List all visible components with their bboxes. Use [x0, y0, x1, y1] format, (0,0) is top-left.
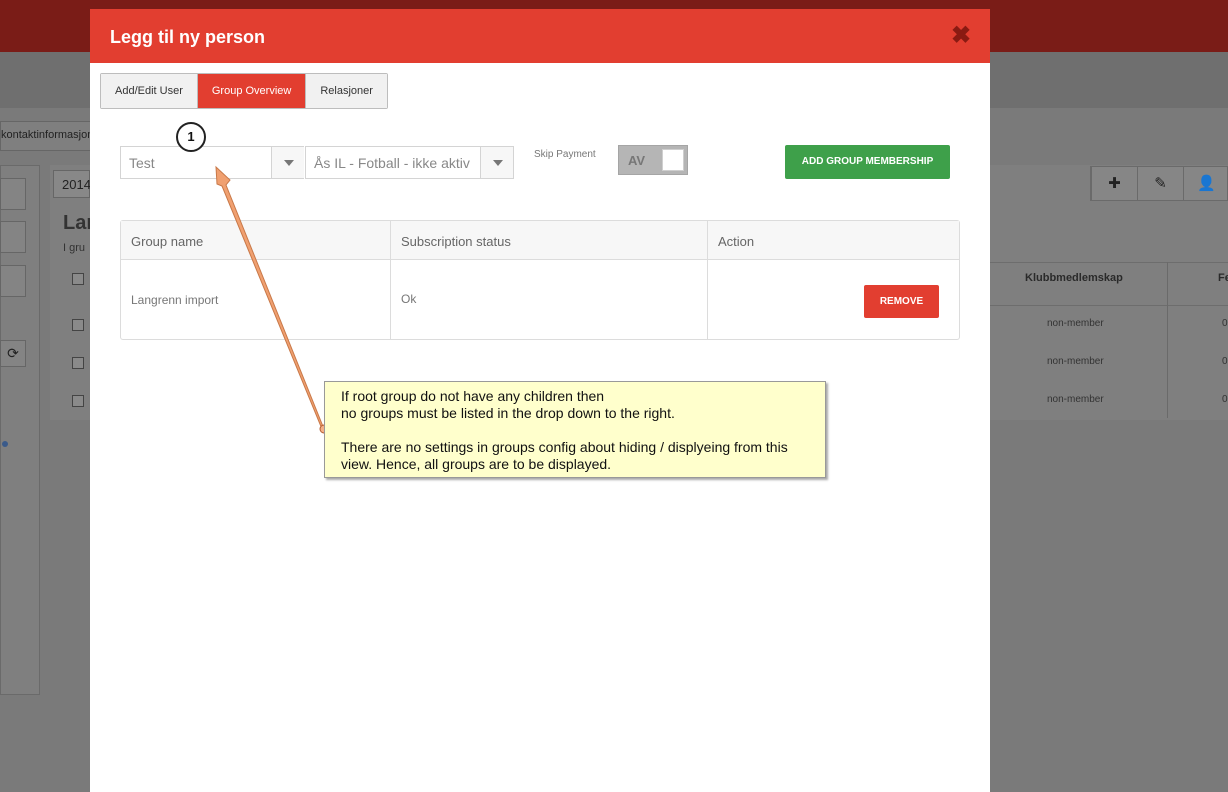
bg-column-header: Fe [1218, 272, 1228, 284]
skip-payment-label: Skip Payment [534, 149, 596, 160]
table-header [121, 221, 959, 260]
cell-group-name: Langrenn import [131, 293, 219, 307]
note-line: view. Hence, all groups are to be displa… [341, 456, 612, 472]
cell-status: Ok [401, 292, 417, 306]
annotation-marker: 1 [176, 122, 206, 152]
note-line: If root group do not have any children t… [341, 388, 605, 404]
remove-button[interactable]: REMOVE [864, 285, 939, 318]
bg-divider [990, 262, 1228, 263]
bg-tab-contact[interactable]: kontaktinformasjon [0, 121, 96, 151]
root-group-value: Test [129, 155, 155, 171]
modal-tabs: Add/Edit User Group Overview Relasjoner [100, 73, 388, 109]
tab-add-edit-user[interactable]: Add/Edit User [101, 74, 198, 108]
plus-icon[interactable]: ✚ [1091, 167, 1137, 200]
child-group-value: Ås IL - Fotball - ikke aktiv [314, 155, 470, 171]
add-group-membership-button[interactable]: ADD GROUP MEMBERSHIP [785, 145, 950, 179]
bg-right-panel [990, 165, 1228, 420]
group-table: Group name Subscription status Action La… [120, 220, 960, 340]
user-icon[interactable]: 👤 [1183, 167, 1228, 200]
header-group-name: Group name [131, 234, 204, 249]
bg-column-header: Klubbmedlemskap [1025, 272, 1123, 284]
pencil-icon[interactable]: ✎ [1137, 167, 1183, 200]
bg-checkbox[interactable] [72, 319, 84, 331]
bg-side-button[interactable] [0, 178, 26, 210]
child-group-select[interactable]: Ås IL - Fotball - ikke aktiv [305, 146, 514, 179]
bg-checkbox[interactable] [72, 395, 84, 407]
bg-toolbar: ✚ ✎ 👤 [1090, 166, 1228, 201]
close-icon[interactable]: ✖ [951, 23, 971, 49]
bg-side-button[interactable] [0, 265, 26, 297]
bg-side-button[interactable] [0, 221, 26, 253]
bg-cell: 0 [1222, 318, 1228, 329]
note-line: There are no settings in groups config a… [341, 439, 788, 455]
bg-cell: non-member [1047, 318, 1104, 329]
modal-header: Legg til ny person ✖ [90, 9, 990, 63]
bg-cell: 0 [1222, 394, 1228, 405]
header-subscription-status: Subscription status [401, 234, 511, 249]
bg-cell: non-member [1047, 356, 1104, 367]
toggle-state: AV [628, 153, 646, 168]
bg-checkbox[interactable] [72, 357, 84, 369]
tab-group-overview[interactable]: Group Overview [197, 74, 307, 108]
chevron-down-icon[interactable] [480, 147, 513, 178]
bg-cell: non-member [1047, 394, 1104, 405]
toggle-knob[interactable] [662, 149, 684, 171]
header-action: Action [718, 234, 755, 249]
root-group-select[interactable]: Test [120, 146, 304, 179]
chevron-down-icon[interactable] [271, 147, 304, 178]
modal-title: Legg til ny person [110, 27, 266, 47]
bg-checkbox[interactable] [72, 273, 84, 285]
bg-divider [1167, 262, 1168, 418]
bg-year-select[interactable]: 2014 [53, 170, 91, 198]
tab-relasjoner[interactable]: Relasjoner [306, 74, 387, 108]
bg-cell: 0 [1222, 356, 1228, 367]
bg-dot [2, 441, 8, 447]
bg-main-panel [50, 165, 90, 420]
skip-payment-toggle[interactable]: AV [618, 145, 688, 175]
note-line: no groups must be listed in the drop dow… [341, 405, 675, 421]
bg-divider [990, 305, 1228, 306]
bg-subtext: I gru [63, 242, 86, 254]
annotation-note: If root group do not have any children t… [324, 381, 826, 478]
refresh-icon[interactable]: ⟳ [0, 340, 26, 367]
